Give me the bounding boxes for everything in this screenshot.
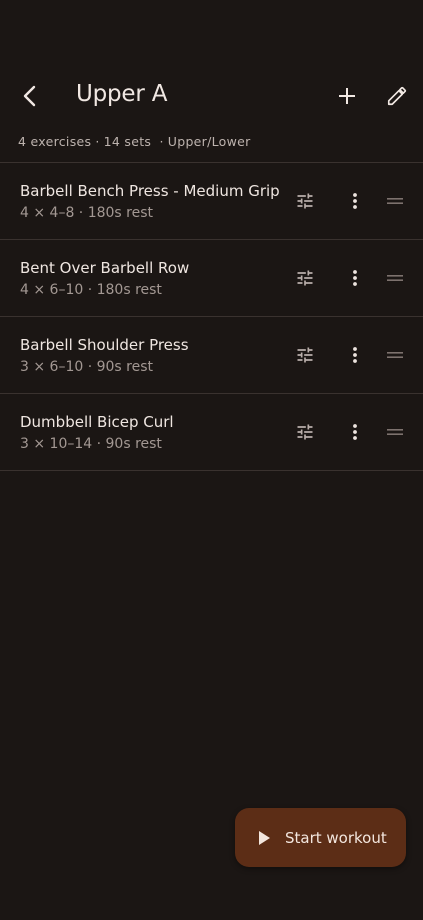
exercise-row[interactable]: Barbell Shoulder Press 3 × 6–10 · 90s re…: [0, 317, 423, 394]
tune-button[interactable]: [290, 414, 320, 450]
exercise-list: Barbell Bench Press - Medium Grip 4 × 4–…: [0, 162, 423, 471]
more-vert-icon: [353, 270, 357, 286]
more-options-button[interactable]: [340, 260, 370, 296]
tune-button[interactable]: [290, 260, 320, 296]
drag-handle-icon: [387, 198, 403, 204]
back-button[interactable]: [12, 76, 48, 116]
exercise-name: Bent Over Barbell Row: [20, 259, 190, 277]
exercise-detail: 4 × 4–8 · 180s rest: [20, 205, 154, 221]
separator: ·: [155, 134, 164, 149]
workout-summary: 4 exercises · 14 sets · Upper/Lower: [18, 134, 251, 149]
plus-icon: [339, 88, 355, 104]
drag-handle-icon: [387, 352, 403, 358]
split-name: Upper/Lower: [167, 134, 251, 149]
drag-handle-icon: [387, 429, 403, 435]
chevron-left-icon: [23, 85, 36, 107]
more-vert-icon: [353, 347, 357, 363]
tune-button[interactable]: [290, 337, 320, 373]
edit-button[interactable]: [378, 76, 416, 116]
more-vert-icon: [353, 193, 357, 209]
drag-handle-icon: [387, 275, 403, 281]
drag-handle[interactable]: [380, 337, 410, 373]
exercise-count: 4 exercises: [18, 134, 92, 149]
tune-icon: [297, 424, 313, 440]
more-vert-icon: [353, 424, 357, 440]
page-title: Upper A: [76, 81, 168, 107]
exercise-name: Barbell Bench Press - Medium Grip: [20, 182, 280, 200]
start-workout-label: Start workout: [285, 828, 387, 847]
tune-icon: [297, 193, 313, 209]
tune-button[interactable]: [290, 183, 320, 219]
more-options-button[interactable]: [340, 183, 370, 219]
top-app-bar: Upper A: [0, 70, 423, 122]
separator: ·: [95, 134, 100, 149]
exercise-name: Dumbbell Bicep Curl: [20, 413, 174, 431]
exercise-name: Barbell Shoulder Press: [20, 336, 189, 354]
exercise-row[interactable]: Bent Over Barbell Row 4 × 6–10 · 180s re…: [0, 240, 423, 317]
exercise-detail: 3 × 6–10 · 90s rest: [20, 359, 154, 375]
play-icon: [259, 830, 270, 845]
start-workout-button[interactable]: Start workout: [235, 808, 406, 867]
add-exercise-button[interactable]: [329, 76, 365, 116]
set-count: 14 sets: [103, 134, 152, 149]
more-options-button[interactable]: [340, 337, 370, 373]
tune-icon: [297, 270, 313, 286]
exercise-detail: 3 × 10–14 · 90s rest: [20, 436, 162, 452]
exercise-row[interactable]: Dumbbell Bicep Curl 3 × 10–14 · 90s rest: [0, 394, 423, 471]
drag-handle[interactable]: [380, 414, 410, 450]
drag-handle[interactable]: [380, 260, 410, 296]
tune-icon: [297, 347, 313, 363]
exercise-row[interactable]: Barbell Bench Press - Medium Grip 4 × 4–…: [0, 163, 423, 240]
exercise-detail: 4 × 6–10 · 180s rest: [20, 282, 162, 298]
drag-handle[interactable]: [380, 183, 410, 219]
more-options-button[interactable]: [340, 414, 370, 450]
pencil-icon: [387, 86, 407, 106]
